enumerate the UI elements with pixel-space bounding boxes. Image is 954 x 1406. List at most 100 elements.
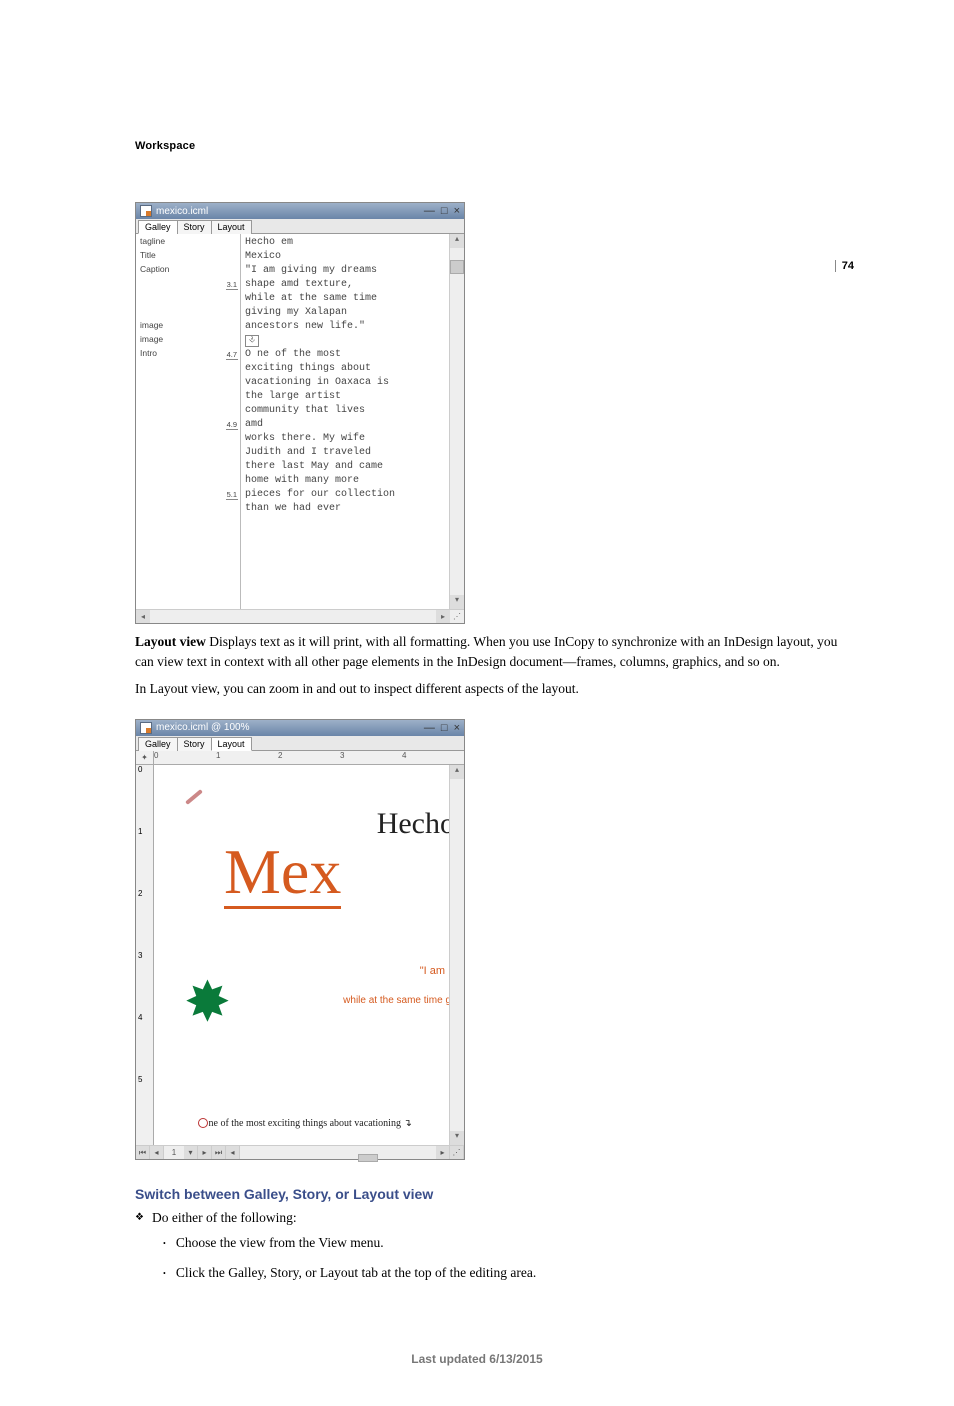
scroll-down-icon[interactable]: ▾ [450, 595, 464, 609]
instruction-lead: Do either of the following: [152, 1208, 297, 1228]
text-line: "I am giving my dreams [245, 264, 445, 278]
ruler-tick: 5 [138, 1075, 142, 1084]
title-text: Mex [224, 840, 341, 909]
depth-marker: 4.7 [226, 350, 238, 360]
ruler-tick: 0 [138, 765, 142, 774]
style-label-row: 3.1 [136, 276, 240, 290]
page-navigator: ⏮ ◂ 1 ▾ ▸ ⏭ ◂ ▸ ⋰ [136, 1145, 464, 1159]
caption-line-1: "I am [420, 965, 445, 977]
style-label-row [136, 360, 240, 374]
close-icon[interactable]: × [454, 205, 460, 217]
close-icon[interactable]: × [454, 722, 460, 734]
text-line: Judith and I traveled [245, 446, 445, 460]
next-page-icon[interactable]: ▸ [198, 1146, 212, 1159]
text-line: exciting things about [245, 362, 445, 376]
resize-grip-icon[interactable]: ⋰ [450, 1146, 464, 1159]
page-dropdown-icon[interactable]: ▾ [184, 1146, 198, 1159]
first-page-icon[interactable]: ⏮ [136, 1146, 150, 1159]
dropcap-marker-icon [198, 1118, 208, 1128]
scroll-up-icon[interactable]: ▴ [450, 765, 464, 779]
horizontal-scrollbar[interactable]: ◂ ▸ ⋰ [136, 609, 464, 623]
style-label-row [136, 374, 240, 388]
term-layout-view: Layout view [135, 634, 206, 649]
tab-story[interactable]: Story [177, 737, 212, 751]
document-icon [140, 722, 152, 734]
tagline-text: Hecho [377, 807, 449, 841]
scroll-down-icon[interactable]: ▾ [450, 1131, 464, 1145]
text-line: amd [245, 418, 445, 432]
style-label-row: Title [136, 248, 240, 262]
scroll-right-icon[interactable]: ▸ [436, 610, 450, 623]
ruler-tick: 1 [216, 751, 220, 760]
ruler-tick: 4 [402, 751, 406, 760]
text-line: ⎀ [245, 334, 445, 348]
maximize-icon[interactable]: □ [441, 205, 448, 217]
minimize-icon[interactable]: — [424, 205, 435, 217]
view-tabs: Galley Story Layout [136, 736, 464, 751]
text-line: ancestors new life." [245, 320, 445, 334]
style-label-row: tagline [136, 234, 240, 248]
page-canvas[interactable]: Hecho Mex "I am while at the same time g… [154, 765, 449, 1145]
style-label-row [136, 290, 240, 304]
tab-galley[interactable]: Galley [138, 220, 178, 234]
style-label-row: Intro4.7 [136, 346, 240, 360]
scroll-up-icon[interactable]: ▴ [450, 234, 464, 248]
anchor-marker-icon: ⎀ [245, 335, 259, 347]
depth-marker: 5.1 [226, 490, 238, 500]
ruler-origin-icon[interactable]: ✦ [136, 751, 154, 765]
caption-line-2: while at the same time g [343, 995, 449, 1006]
horizontal-ruler[interactable]: 01234 [154, 751, 464, 765]
scroll-right-icon[interactable]: ▸ [436, 1146, 450, 1159]
text-line: Hecho em [245, 236, 445, 250]
window-title: mexico.icml @ 100% [156, 722, 250, 733]
window-titlebar: mexico.icml @ 100% — □ × [136, 720, 464, 736]
galley-view-screenshot: mexico.icml — □ × Galley Story Layout ta… [135, 202, 465, 624]
vertical-scrollbar[interactable]: ▴ ▾ [449, 234, 464, 609]
layout-view-screenshot: mexico.icml @ 100% — □ × Galley Story La… [135, 719, 465, 1160]
ruler-tick: 0 [154, 751, 158, 760]
style-label-row: 5.1 [136, 486, 240, 500]
style-label-row: Caption [136, 262, 240, 276]
text-line: Mexico [245, 250, 445, 264]
overset-arrow-icon: ↴ [403, 1118, 411, 1129]
scroll-left-icon[interactable]: ◂ [136, 610, 150, 623]
text-line: pieces for our collection [245, 488, 445, 502]
list-item: Click the Galley, Story, or Layout tab a… [176, 1263, 536, 1283]
page-number-field[interactable]: 1 [164, 1148, 184, 1157]
layout-view-description: Layout view Displays text as it will pri… [135, 632, 859, 671]
vertical-scrollbar[interactable]: ▴ ▾ [449, 765, 464, 1145]
style-label-row: 4.9 [136, 416, 240, 430]
section-heading: Switch between Galley, Story, or Layout … [135, 1186, 859, 1202]
depth-marker: 4.9 [226, 420, 238, 430]
text-line: O ne of the most [245, 348, 445, 362]
style-label-row [136, 402, 240, 416]
text-line: works there. My wife [245, 432, 445, 446]
tab-galley[interactable]: Galley [138, 737, 178, 751]
style-label-row [136, 388, 240, 402]
scroll-thumb[interactable] [450, 260, 464, 274]
scroll-thumb[interactable] [358, 1154, 378, 1162]
star-graphic: ✸ [184, 975, 231, 1031]
text-line: the large artist [245, 390, 445, 404]
nav-back-icon[interactable]: ◂ [226, 1146, 240, 1159]
story-text-column: Hecho emMexico"I am giving my dreamsshap… [241, 234, 449, 609]
vertical-ruler[interactable]: 012345 [136, 765, 154, 1145]
maximize-icon[interactable]: □ [441, 722, 448, 734]
style-label-row [136, 430, 240, 444]
last-page-icon[interactable]: ⏭ [212, 1146, 226, 1159]
minimize-icon[interactable]: — [424, 722, 435, 734]
resize-grip-icon[interactable]: ⋰ [450, 612, 464, 621]
tab-layout[interactable]: Layout [211, 220, 252, 234]
text-line: home with many more [245, 474, 445, 488]
text-line: than we had ever [245, 502, 445, 516]
text-line: there last May and came [245, 460, 445, 474]
prev-page-icon[interactable]: ◂ [150, 1146, 164, 1159]
list-item: Choose the view from the View menu. [176, 1233, 384, 1253]
tab-story[interactable]: Story [177, 220, 212, 234]
text-line: giving my Xalapan [245, 306, 445, 320]
tab-layout[interactable]: Layout [211, 737, 252, 751]
page-number: 74 [835, 260, 854, 272]
depth-marker: 3.1 [226, 280, 238, 290]
page-header: Workspace [135, 140, 954, 152]
ruler-tick: 1 [138, 827, 142, 836]
